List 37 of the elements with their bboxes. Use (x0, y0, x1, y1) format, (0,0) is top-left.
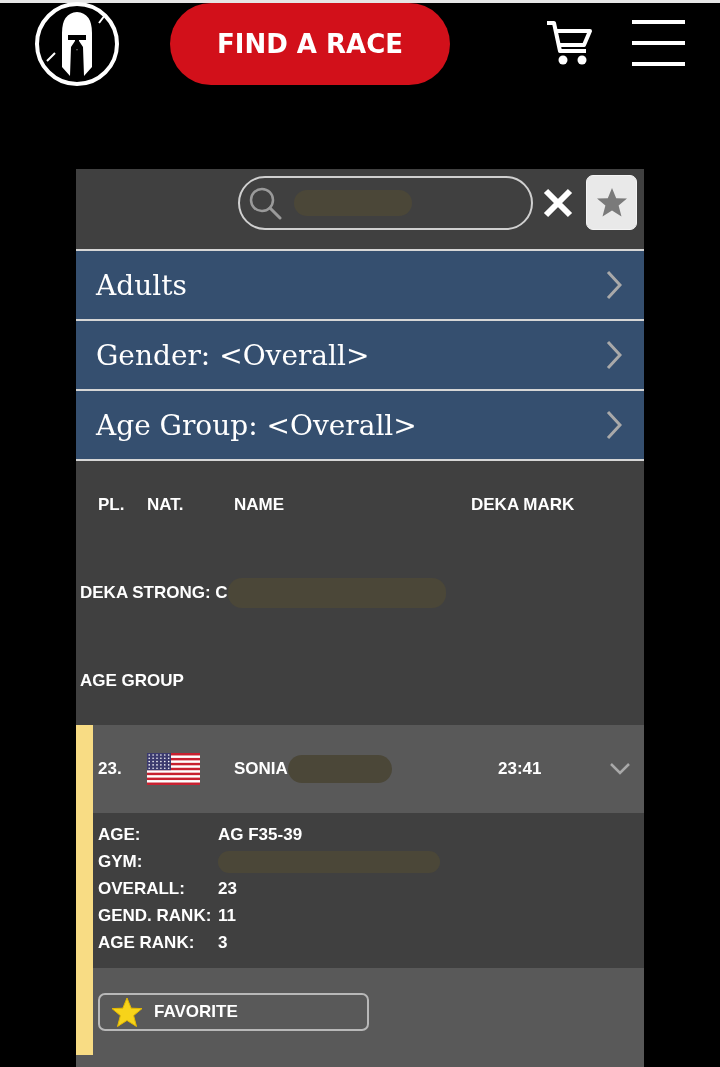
cart-icon[interactable] (545, 18, 593, 66)
star-icon (111, 996, 143, 1028)
chevron-right-icon (606, 270, 622, 300)
chevron-down-icon[interactable] (610, 763, 630, 775)
name-cell: SONIA (234, 759, 288, 779)
favorite-button[interactable]: FAVORITE (98, 993, 369, 1031)
search-field[interactable] (238, 176, 533, 230)
column-header: DEKA MARK (471, 495, 576, 515)
detail-value: 3 (218, 932, 228, 953)
close-icon[interactable] (543, 188, 573, 218)
column-header: AGE GROUP (80, 671, 184, 691)
place-cell-text: 23. (98, 759, 123, 779)
chevron-right-icon (606, 410, 622, 440)
column-header: PL. (98, 495, 126, 515)
mark-cell-text: 23:41 (498, 759, 543, 779)
filter-row[interactable]: Age Group: <Overall> (76, 389, 644, 459)
column-header: NAT. (147, 495, 185, 515)
detail-label: GYM: (98, 851, 144, 872)
menu-icon[interactable] (632, 20, 685, 66)
star-icon (595, 187, 628, 218)
search-icon (248, 186, 282, 220)
detail-value: 23 (218, 878, 237, 899)
favorites-button[interactable] (586, 175, 637, 230)
chevron-right-icon (606, 340, 622, 370)
us-flag-icon (147, 753, 200, 785)
detail-value: AG F35-39 (218, 824, 303, 845)
column-header: NAME (234, 495, 286, 515)
helmet-logo-icon[interactable] (33, 1, 121, 87)
detail-value: 11 (218, 905, 236, 926)
column-header: DEKA STRONG: C (80, 583, 228, 603)
detail-label: AGE RANK: (98, 932, 196, 953)
detail-label: GEND. RANK: (98, 905, 213, 926)
filter-row[interactable]: Gender: <Overall> (76, 319, 644, 389)
filter-row[interactable]: Adults (76, 249, 644, 319)
detail-label: OVERALL: (98, 878, 186, 899)
find-a-race-button[interactable]: FIND A RACE (170, 3, 450, 85)
detail-label: AGE: (98, 824, 142, 845)
